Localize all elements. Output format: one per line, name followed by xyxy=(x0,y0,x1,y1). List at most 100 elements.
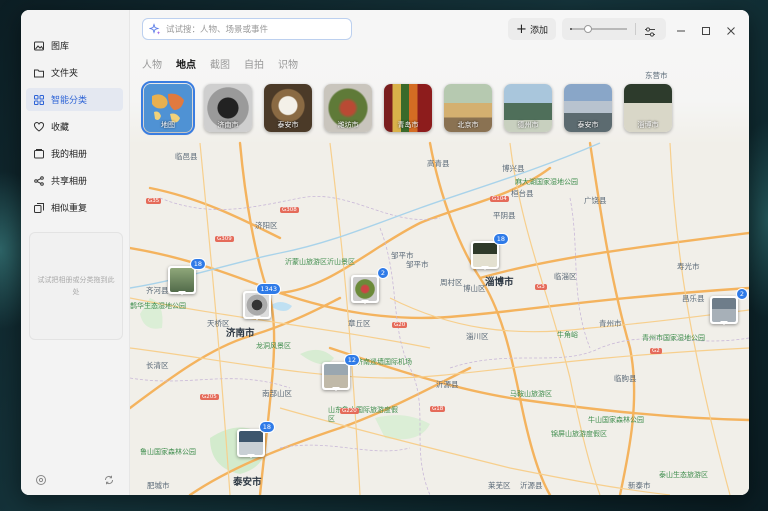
place-label: 淄博市 xyxy=(637,121,659,129)
photo-cluster-pin[interactable]: 2 xyxy=(351,267,389,304)
photo-cluster-pin[interactable]: 2 xyxy=(710,288,748,325)
photo-count-badge: 1343 xyxy=(256,283,281,295)
tab-1[interactable]: 地点 xyxy=(176,56,196,71)
sidebar-item-label: 相似重复 xyxy=(51,204,88,214)
city-label: 泰安市 xyxy=(233,477,262,488)
poi-label: 鲁山国家森林公园 xyxy=(140,448,196,456)
place-label: 德州市 xyxy=(517,121,539,129)
place-thumbnail[interactable]: 淄博市 xyxy=(624,84,672,132)
place-label: 青岛市 xyxy=(397,121,419,129)
share-icon xyxy=(33,175,45,187)
sidebar: 图库文件夹智能分类收藏我的相册共享相册相似重复 试试把相册或分类拖到此处 xyxy=(21,10,130,495)
photo-count-badge: 12 xyxy=(343,354,360,366)
photo-cluster-pin[interactable]: 18 xyxy=(168,258,206,295)
tab-2[interactable]: 截图 xyxy=(210,56,230,71)
filter-icon[interactable] xyxy=(644,23,656,37)
road-shield: G309 xyxy=(215,236,234,242)
poi-label: 牛角峪 xyxy=(557,331,578,339)
place-thumbnail-strip: 地图 济南市 泰安市 潍坊市 青岛市 北京市 德州市 泰安市 淄博市 xyxy=(141,81,672,135)
district-label: 高青县 xyxy=(427,159,450,168)
photo-thumbnail xyxy=(353,277,377,301)
photo-count-badge: 18 xyxy=(258,421,275,433)
tab-0[interactable]: 人物 xyxy=(142,56,162,71)
sidebar-item-share[interactable]: 共享相册 xyxy=(26,169,123,192)
folder-icon xyxy=(33,67,45,79)
place-label: 潍坊市 xyxy=(337,121,359,129)
place-label: 地图 xyxy=(161,121,175,129)
poi-label: 鹊华生态湿地公园 xyxy=(130,302,186,310)
photo-count-badge: 18 xyxy=(189,258,206,270)
place-thumbnail[interactable]: 泰安市 xyxy=(264,84,312,132)
road-shield: G205 xyxy=(200,394,219,400)
search-input[interactable]: 试试搜：人物、场景或事件 xyxy=(142,18,352,40)
road-shield: G104 xyxy=(490,196,509,202)
district-label: 临淄区 xyxy=(554,272,577,281)
photo-thumbnail xyxy=(473,243,497,267)
sidebar-item-album[interactable]: 我的相册 xyxy=(26,142,123,165)
add-button-label: 添加 xyxy=(529,25,548,36)
photo-cluster-pin[interactable]: 18 xyxy=(471,233,509,270)
district-label: 长清区 xyxy=(146,361,169,370)
poi-label: 麻大湖国家湿地公园 xyxy=(515,178,578,186)
place-thumbnail[interactable]: 潍坊市 xyxy=(324,84,372,132)
settings-icon[interactable] xyxy=(35,471,47,485)
district-label: 博兴县 xyxy=(502,164,525,173)
district-label: 淄川区 xyxy=(466,332,489,341)
photo-count-badge: 2 xyxy=(376,267,389,279)
plus-icon: + xyxy=(516,21,527,37)
poi-label: 泰山生态旅游区 xyxy=(659,471,708,479)
poi-label: 牛山国家森林公园 xyxy=(588,416,644,424)
minimize-icon[interactable] xyxy=(675,22,687,34)
place-thumbnail[interactable]: 地图 xyxy=(141,81,195,135)
sidebar-item-grid[interactable]: 智能分类 xyxy=(26,88,123,111)
main-area: 济南市 淄博市 泰安市 临邑县 济阳区 高青县 博兴县 广饶县 齐河县 天桥区 邹平市 周村区 临淄区寿… xyxy=(130,10,749,495)
photo-cluster-pin[interactable]: 1343 xyxy=(243,283,281,320)
tab-3[interactable]: 自拍 xyxy=(244,56,264,71)
sidebar-item-image[interactable]: 图库 xyxy=(26,34,123,57)
district-label: 临邑县 xyxy=(175,152,198,161)
district-label: 邹平市 xyxy=(391,251,414,260)
sidebar-item-label: 图库 xyxy=(51,42,70,52)
photo-thumbnail xyxy=(239,431,263,455)
place-thumbnail[interactable]: 泰安市 xyxy=(564,84,612,132)
maximize-icon[interactable] xyxy=(700,22,712,35)
drop-hint-box[interactable]: 试试把相册或分类拖到此处 xyxy=(29,232,123,340)
district-label: 天桥区 xyxy=(207,319,230,328)
photo-cluster-pin[interactable]: 12 xyxy=(322,354,360,391)
poi-label: 锦屏山旅游度假区 xyxy=(551,430,607,438)
zoom-slider-handle[interactable] xyxy=(584,25,592,33)
place-thumbnail[interactable]: 德州市 xyxy=(504,84,552,132)
road-shield: G20 xyxy=(392,322,408,328)
city-label: 淄博市 xyxy=(485,277,514,288)
district-label: 肥城市 xyxy=(147,481,170,490)
district-label: 周村区 xyxy=(440,278,463,287)
place-thumbnail[interactable]: 北京市 xyxy=(444,84,492,132)
district-label: 济阳区 xyxy=(255,221,278,230)
add-button[interactable]: + 添加 xyxy=(508,18,556,40)
poi-label: 马鞍山旅游区 xyxy=(510,390,552,398)
road-shield: G2 xyxy=(650,348,662,354)
photo-thumbnail xyxy=(324,364,348,388)
zoom-track[interactable] xyxy=(572,28,627,30)
sidebar-item-duplicate[interactable]: 相似重复 xyxy=(26,196,123,219)
road-shield: G3 xyxy=(535,284,547,290)
sidebar-nav: 图库文件夹智能分类收藏我的相册共享相册相似重复 xyxy=(26,34,123,223)
sidebar-item-label: 共享相册 xyxy=(51,177,88,187)
district-label: 博山区 xyxy=(463,284,486,293)
tab-4[interactable]: 识物 xyxy=(278,56,298,71)
close-icon[interactable] xyxy=(725,22,737,35)
place-label: 泰安市 xyxy=(277,121,299,129)
road-shield: G308 xyxy=(280,207,299,213)
district-label: 沂源县 xyxy=(436,380,459,389)
district-label: 章丘区 xyxy=(348,319,371,328)
sync-icon[interactable] xyxy=(103,471,115,485)
sidebar-item-label: 收藏 xyxy=(51,123,70,133)
place-thumbnail[interactable]: 青岛市 xyxy=(384,84,432,132)
place-thumbnail[interactable]: 济南市 xyxy=(204,84,252,132)
district-label: 青州市 xyxy=(599,319,622,328)
sidebar-item-label: 文件夹 xyxy=(51,69,79,79)
photo-cluster-pin[interactable]: 18 xyxy=(237,421,275,458)
district-label: 新泰市 xyxy=(628,481,651,490)
sidebar-item-folder[interactable]: 文件夹 xyxy=(26,61,123,84)
sidebar-item-heart[interactable]: 收藏 xyxy=(26,115,123,138)
